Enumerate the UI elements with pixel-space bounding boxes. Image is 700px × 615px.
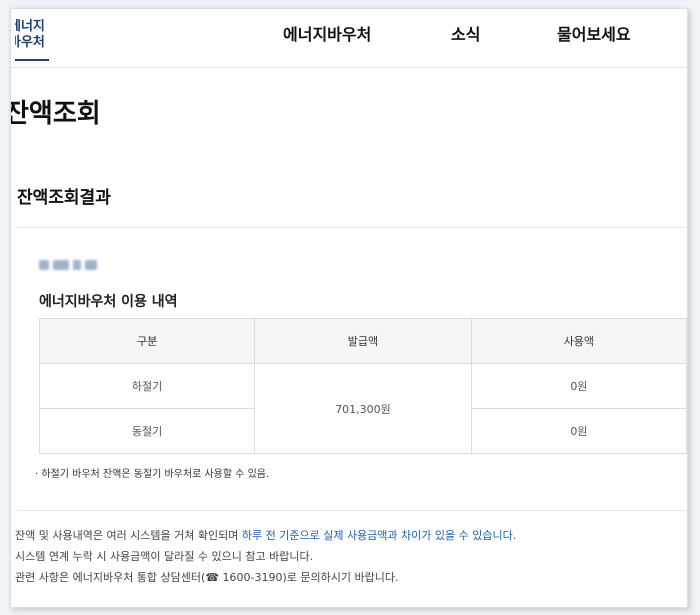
usage-table: 구분 발급액 사용액 하절기 701,300원 0원 동절기 0원	[38, 318, 687, 454]
notice-item: 관련 사항은 에너지바우처 통합 상담센터(☎ 1600-3190)로 문의하시…	[15, 571, 399, 584]
notice-list: 잔액 및 사용내역은 여러 시스템을 거쳐 확인되며 하루 전 기준으로 실제 …	[15, 525, 516, 588]
main-nav: 에너지바우처 소식 물어보세요	[11, 21, 687, 51]
row-used: 0원	[470, 363, 687, 409]
logo-underline	[15, 59, 49, 61]
row-category: 하절기	[38, 363, 256, 409]
header-divider	[11, 67, 687, 68]
notice-text: 잔액 및 사용내역은 여러 시스템을 거쳐 확인되며	[15, 529, 242, 542]
column-header-category: 구분	[38, 318, 256, 364]
table-row: 하절기 701,300원 0원	[38, 363, 687, 454]
row-category: 동절기	[38, 408, 256, 454]
column-header-issued: 발급액	[254, 318, 472, 364]
notice-item: 잔액 및 사용내역은 여러 시스템을 거쳐 확인되며 하루 전 기준으로 실제 …	[15, 525, 516, 546]
result-card: 에너지바우처 이용 내역 구분 발급액 사용액 하절기 701,300원 0원 …	[17, 228, 687, 511]
usage-note: · 하절기 바우처 잔액은 동절기 바우처로 사용할 수 있음.	[35, 469, 270, 480]
nav-item-ask[interactable]: 물어보세요	[557, 21, 631, 45]
notice-highlight: 하루 전 기준으로 실제 사용금액과 차이가 있을 수 있습니다.	[241, 529, 517, 542]
row-used: 0원	[470, 408, 687, 454]
usage-title: 에너지바우처 이용 내역	[39, 294, 178, 310]
nav-item-energy-voucher[interactable]: 에너지바우처	[283, 21, 371, 45]
page-title: 잔액조회	[10, 99, 101, 129]
browser-frame: 에너지 바우처 에너지바우처 소식 물어보세요 잔액조회 잔액조회결과 에너지바…	[10, 8, 688, 608]
column-header-used: 사용액	[470, 318, 687, 364]
issued-amount: 701,300원	[254, 363, 472, 454]
masked-user-name	[39, 258, 105, 272]
notice-item: 시스템 연계 누락 시 사용금액이 달라질 수 있으니 참고 바랍니다.	[15, 550, 314, 563]
table-header-row: 구분 발급액 사용액	[38, 318, 687, 364]
section-title: 잔액조회결과	[17, 188, 111, 208]
nav-item-news[interactable]: 소식	[451, 21, 480, 45]
